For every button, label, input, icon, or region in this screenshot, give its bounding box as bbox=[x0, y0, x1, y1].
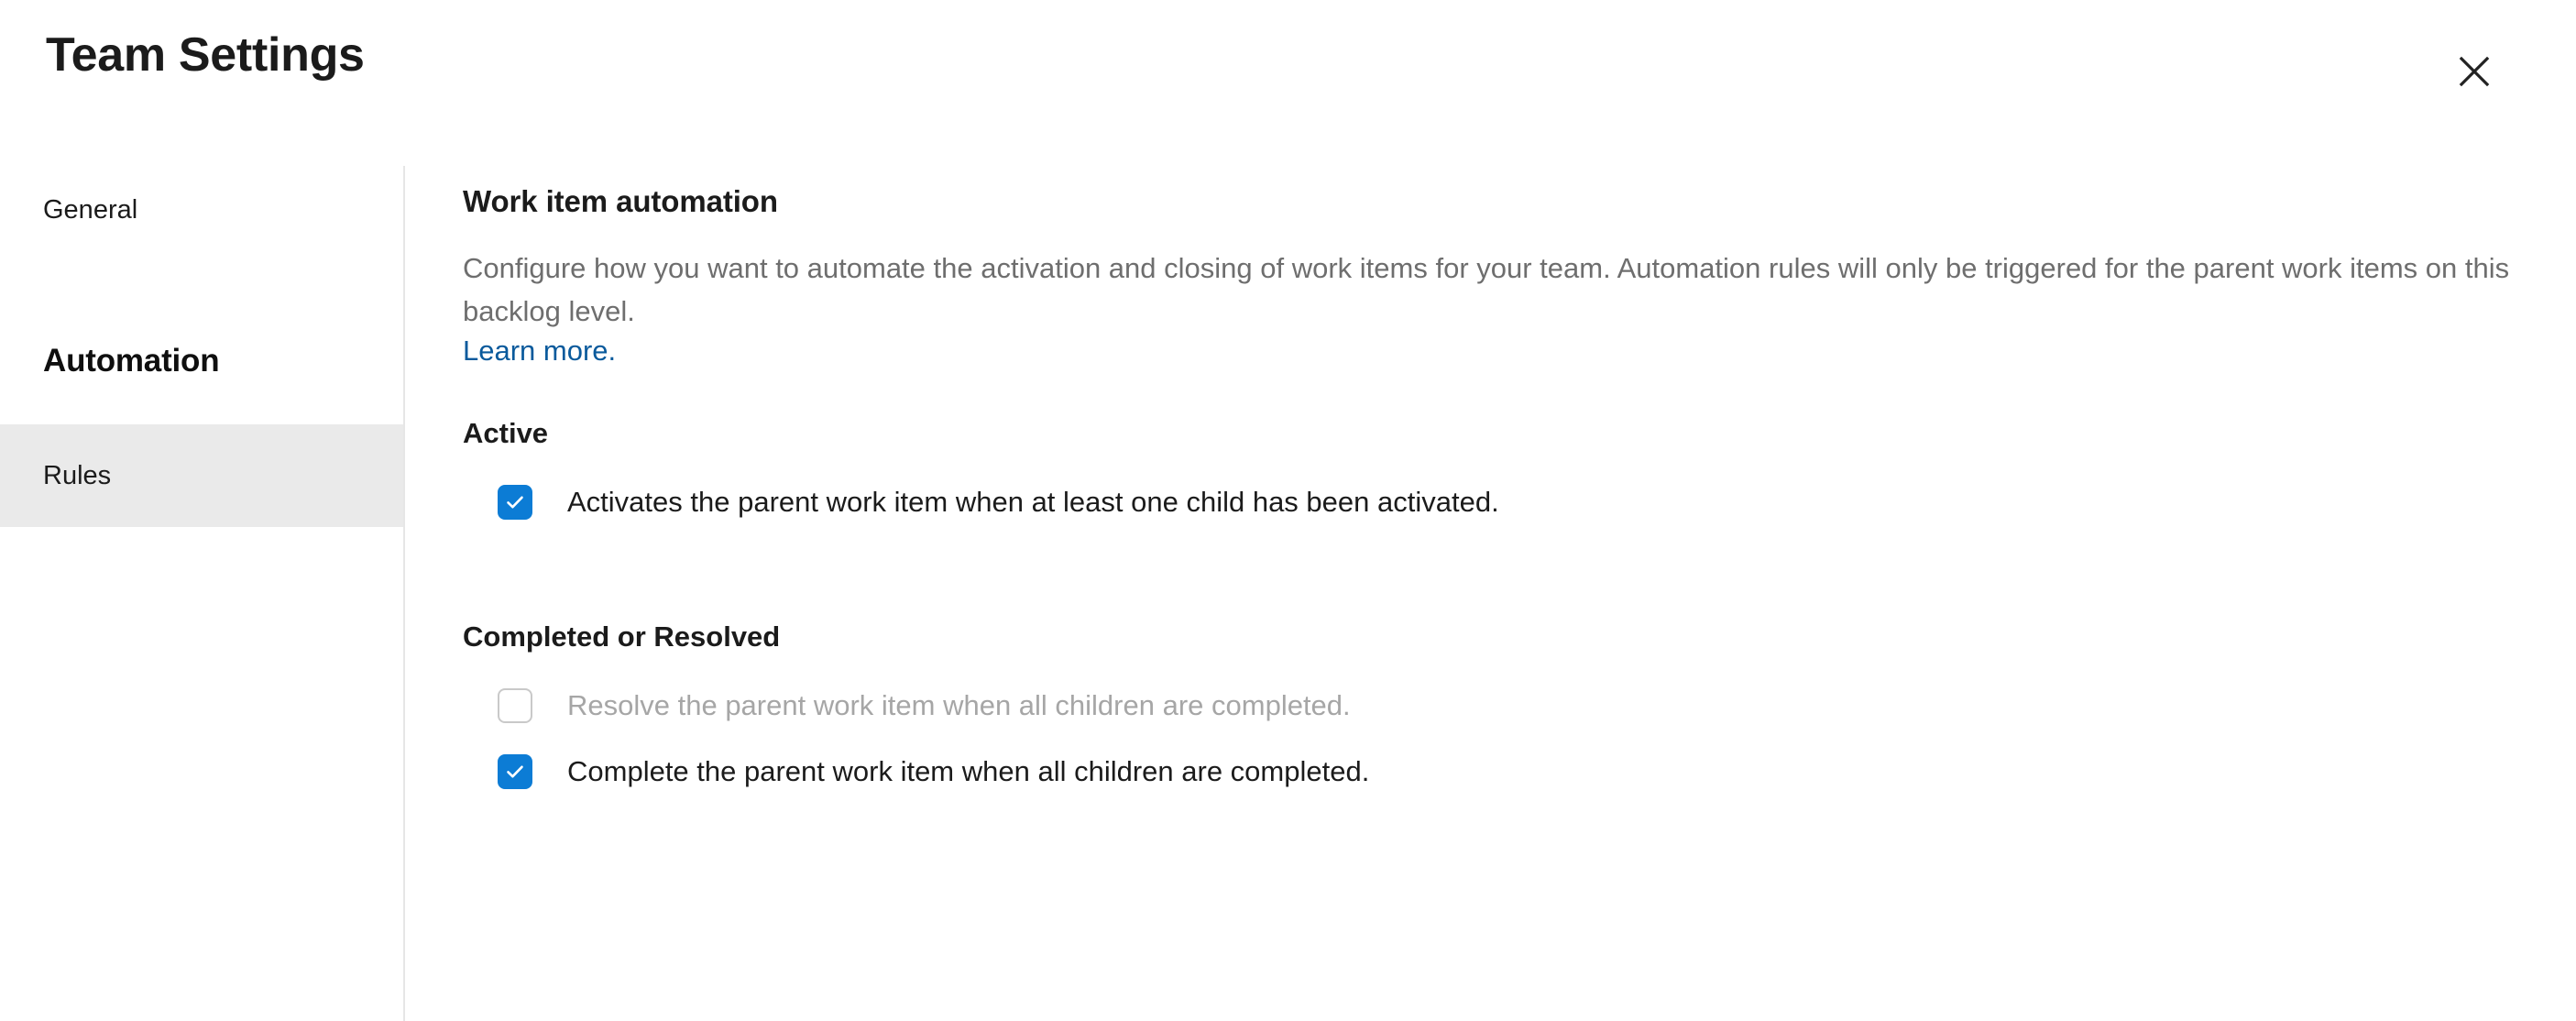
sidebar-item-general[interactable]: General bbox=[0, 177, 403, 243]
settings-sidebar: General Automation Rules bbox=[0, 166, 403, 1021]
checkbox-unchecked-icon bbox=[498, 688, 532, 723]
close-icon bbox=[2454, 51, 2494, 92]
settings-content: Work item automation Configure how you w… bbox=[405, 166, 2576, 1021]
close-button[interactable] bbox=[2439, 37, 2509, 106]
sidebar-item-label: Rules bbox=[43, 461, 112, 490]
checkbox-checked-icon[interactable] bbox=[498, 754, 532, 789]
sidebar-item-label: General bbox=[43, 195, 138, 225]
section-heading: Work item automation bbox=[463, 184, 778, 218]
rule-row-resolve-parent: Resolve the parent work item when all ch… bbox=[498, 681, 2525, 730]
rule-label: Complete the parent work item when all c… bbox=[567, 755, 1370, 787]
dialog-body: General Automation Rules Work item autom… bbox=[0, 166, 2576, 1021]
rule-label: Activates the parent work item when at l… bbox=[567, 486, 1499, 518]
rule-group-active: Active Activates the parent work item wh… bbox=[463, 415, 2525, 527]
rule-group-completed-or-resolved: Completed or Resolved Resolve the parent… bbox=[463, 619, 2525, 796]
rule-group-title: Completed or Resolved bbox=[463, 620, 781, 653]
section-description: Configure how you want to automate the a… bbox=[463, 252, 2510, 327]
sidebar-section-automation: Automation bbox=[0, 326, 403, 396]
rule-group-title: Active bbox=[463, 417, 549, 449]
dialog-header: Team Settings bbox=[0, 0, 2576, 166]
sidebar-item-rules[interactable]: Rules bbox=[0, 424, 403, 527]
rule-row-complete-parent[interactable]: Complete the parent work item when all c… bbox=[498, 747, 2525, 796]
sidebar-section-label: Automation bbox=[43, 343, 220, 379]
learn-more-link[interactable]: Learn more. bbox=[463, 333, 616, 369]
rule-row-activate-parent[interactable]: Activates the parent work item when at l… bbox=[498, 478, 2525, 527]
rule-label: Resolve the parent work item when all ch… bbox=[567, 689, 1351, 721]
page-title: Team Settings bbox=[46, 28, 365, 82]
checkbox-checked-icon[interactable] bbox=[498, 485, 532, 520]
